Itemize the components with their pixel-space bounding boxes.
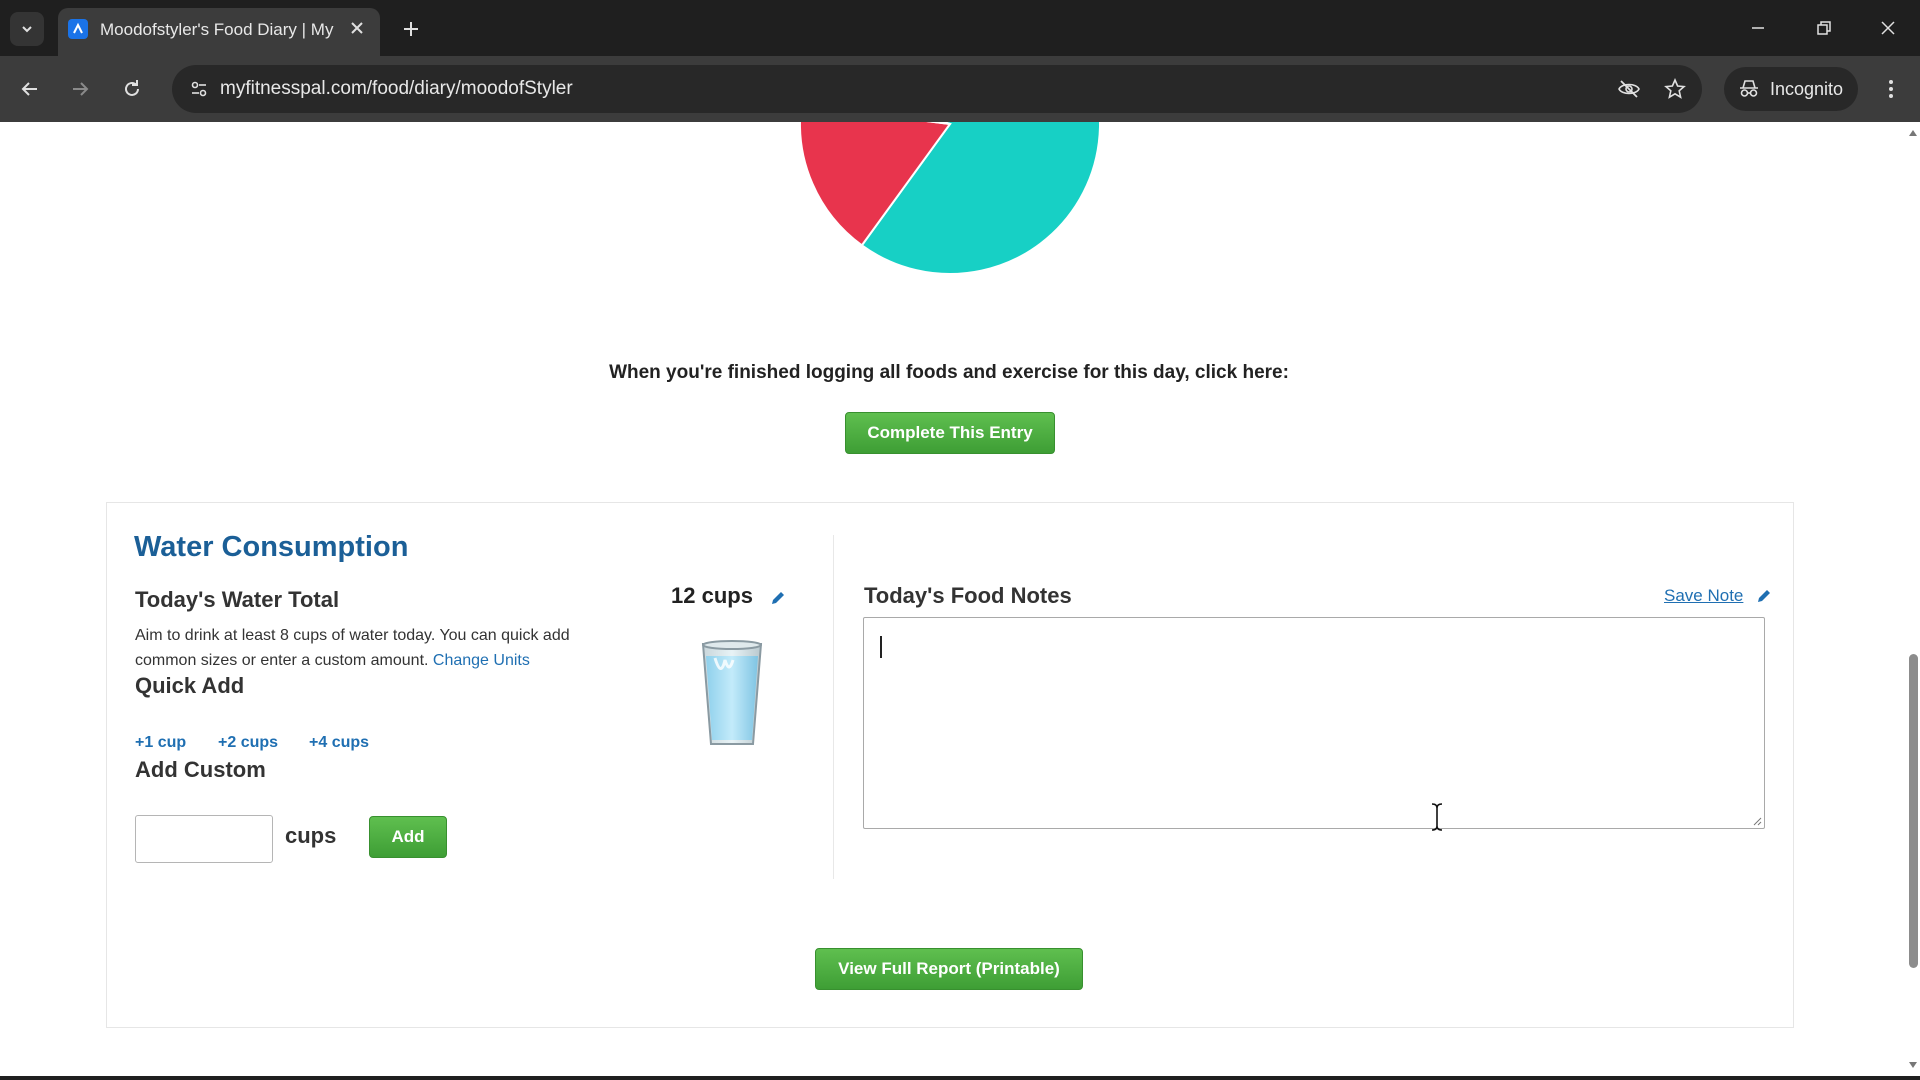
restore-icon[interactable] — [1802, 10, 1846, 46]
myfitnesspal-favicon-icon — [68, 19, 88, 39]
kebab-menu-icon[interactable] — [1874, 71, 1908, 107]
page-scrollbar[interactable] — [1906, 122, 1920, 1076]
minimize-icon[interactable] — [1736, 10, 1780, 46]
address-bar[interactable]: myfitnesspal.com/food/diary/moodofStyler — [172, 65, 1702, 113]
water-glass-icon — [701, 640, 763, 745]
incognito-label: Incognito — [1770, 78, 1844, 99]
browser-tab[interactable]: Moodofstyler's Food Diary | My — [58, 8, 380, 56]
forward-arrow-icon[interactable] — [62, 71, 98, 107]
tab-title: Moodofstyler's Food Diary | My — [100, 20, 334, 39]
water-description: Aim to drink at least 8 cups of water to… — [135, 623, 635, 673]
chevron-down-icon — [22, 26, 32, 33]
incognito-icon — [1740, 80, 1758, 97]
eye-slash-icon[interactable] — [1612, 72, 1646, 106]
text-caret — [880, 636, 882, 658]
scroll-down-arrow-icon[interactable] — [1908, 1060, 1918, 1070]
add-water-button[interactable]: Add — [369, 816, 447, 858]
complete-entry-button[interactable]: Complete This Entry — [845, 412, 1055, 454]
custom-cups-input[interactable] — [135, 815, 273, 863]
save-note-link[interactable]: Save Note — [1664, 586, 1743, 606]
quick-add-2-cups[interactable]: +2 cups — [218, 734, 278, 752]
water-total-heading: Today's Water Total — [135, 587, 340, 612]
incognito-badge[interactable]: Incognito — [1724, 67, 1858, 111]
custom-cups-unit: cups — [285, 823, 337, 848]
url-text[interactable]: myfitnesspal.com/food/diary/moodofStyler — [220, 78, 573, 100]
window-close-icon[interactable] — [1866, 10, 1910, 46]
quick-add-1-cup[interactable]: +1 cup — [135, 734, 186, 752]
change-units-link[interactable]: Change Units — [433, 652, 530, 669]
text-cursor-icon — [1431, 803, 1443, 831]
save-note-pencil-icon[interactable] — [1755, 587, 1773, 605]
scrollbar-thumb[interactable] — [1909, 654, 1918, 968]
food-notes-title: Today's Food Notes — [864, 583, 1072, 608]
macro-pie-chart — [799, 122, 1101, 275]
back-arrow-icon[interactable] — [12, 71, 48, 107]
panel-divider — [833, 535, 834, 879]
view-full-report-button[interactable]: View Full Report (Printable) — [815, 948, 1083, 990]
resize-grip-icon[interactable] — [1752, 816, 1762, 826]
tab-search-button[interactable] — [10, 12, 44, 46]
quick-add-4-cups[interactable]: +4 cups — [309, 734, 369, 752]
food-notes-textarea[interactable] — [863, 617, 1765, 829]
finish-prompt: When you're finished logging all foods a… — [609, 362, 1289, 383]
scroll-up-arrow-icon[interactable] — [1908, 128, 1918, 138]
page-viewport: When you're finished logging all foods a… — [0, 122, 1906, 1076]
edit-water-pencil-icon[interactable] — [769, 589, 787, 607]
bottom-edge — [0, 1076, 1920, 1080]
add-custom-heading: Add Custom — [135, 757, 266, 782]
reload-icon[interactable] — [114, 71, 150, 107]
bookmark-star-icon[interactable] — [1658, 72, 1692, 106]
browser-toolbar: myfitnesspal.com/food/diary/moodofStyler… — [0, 56, 1920, 122]
water-consumption-title: Water Consumption — [134, 531, 409, 563]
new-tab-plus-icon[interactable] — [396, 14, 426, 44]
water-total-value: 12 cups — [671, 583, 753, 608]
site-settings-icon[interactable] — [182, 72, 216, 106]
tab-close-icon[interactable] — [346, 17, 368, 39]
quick-add-heading: Quick Add — [135, 673, 245, 698]
browser-tab-bar: Moodofstyler's Food Diary | My — [0, 0, 1920, 56]
